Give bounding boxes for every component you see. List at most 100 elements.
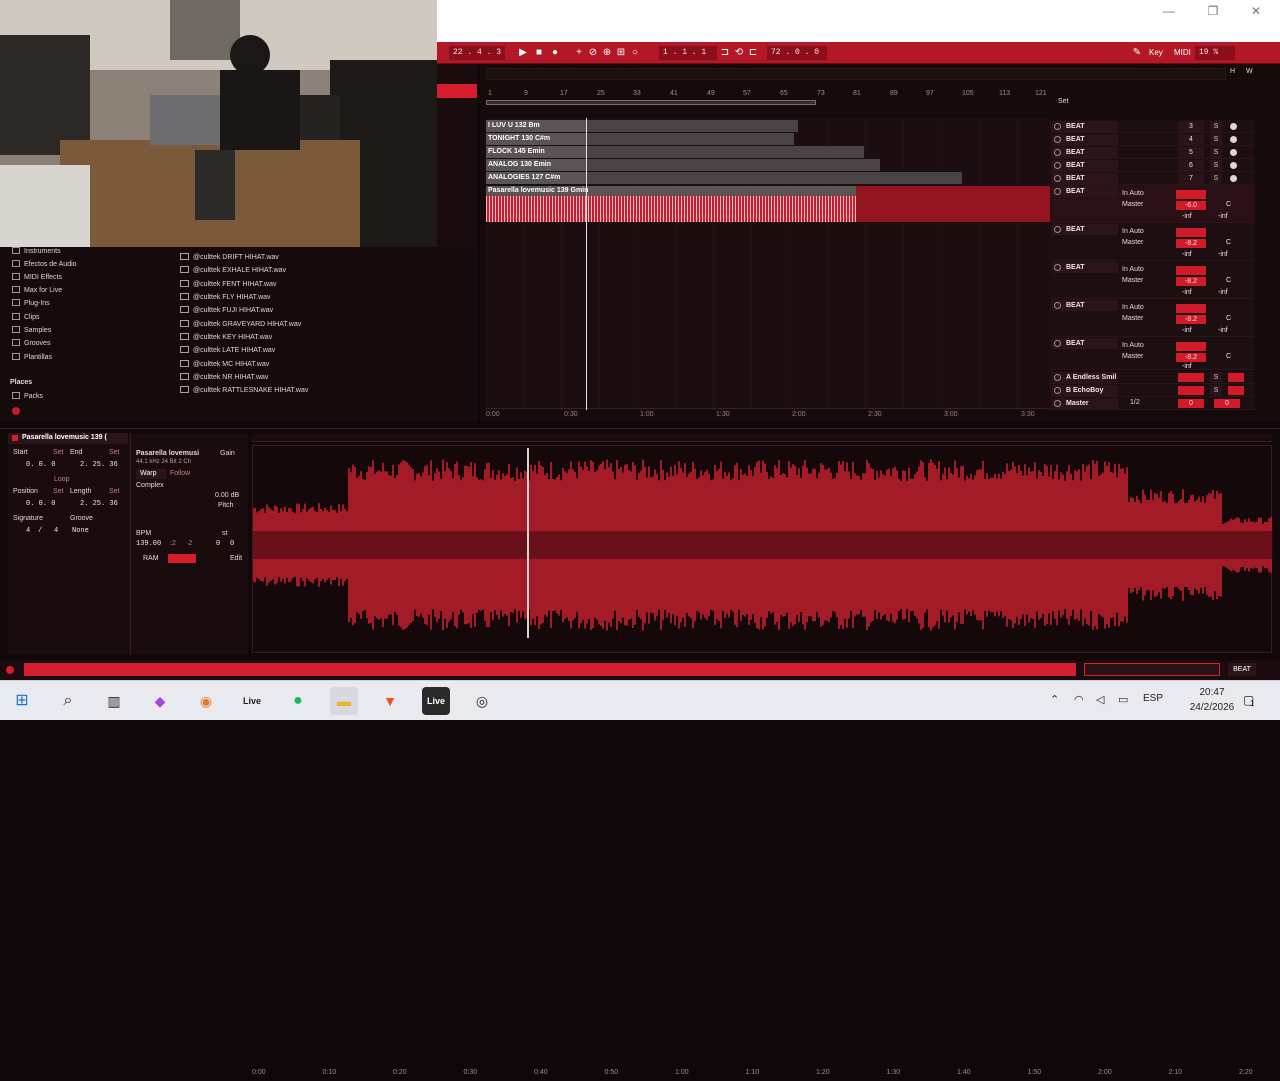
input-monitor[interactable]: In Auto xyxy=(1122,227,1174,237)
return-track[interactable]: B EchoBoy S xyxy=(1050,384,1255,397)
browser-category[interactable]: Clips xyxy=(12,313,40,321)
transpose-field[interactable]: 0 xyxy=(216,540,220,548)
song-position-field[interactable]: 22 . 4 . 3 xyxy=(449,46,505,60)
track-header[interactable]: BEAT 3 S xyxy=(1050,120,1255,133)
pan-field[interactable]: C xyxy=(1226,239,1231,246)
browser-category[interactable]: Samples xyxy=(12,326,51,334)
track-activator[interactable]: 5 xyxy=(1178,147,1204,158)
add-folder-icon[interactable] xyxy=(12,407,20,415)
half-tempo-button[interactable]: :2 xyxy=(170,540,176,547)
spotify-icon[interactable]: ● xyxy=(284,687,312,715)
browser-category[interactable]: Instruments xyxy=(12,247,61,255)
sample-waveform[interactable] xyxy=(253,452,1273,638)
brave-browser-icon[interactable]: ▼ xyxy=(376,687,404,715)
selected-track-indicator[interactable]: BEAT xyxy=(1228,663,1256,676)
arm-button[interactable] xyxy=(1230,175,1237,182)
input-monitor[interactable]: In Auto xyxy=(1122,303,1174,313)
send-a[interactable]: -inf xyxy=(1182,213,1192,220)
pan-field[interactable]: C xyxy=(1226,201,1231,208)
track-header[interactable]: BEAT 5 S xyxy=(1050,146,1255,159)
clock-date[interactable]: 24/2/2026 xyxy=(1184,702,1240,713)
track-activator[interactable]: 7 xyxy=(1178,173,1204,184)
session-record-icon[interactable]: ⊞ xyxy=(615,46,627,60)
in-button[interactable]: In xyxy=(1122,342,1128,349)
auto-button[interactable]: Auto xyxy=(1129,266,1143,273)
signature-numerator[interactable]: 4 xyxy=(26,527,30,535)
play-icon[interactable]: ▶ xyxy=(517,46,529,60)
loop-brace[interactable] xyxy=(486,100,816,105)
track-name[interactable]: BEAT xyxy=(1052,134,1118,145)
track-header[interactable]: BEAT 7 S xyxy=(1050,172,1255,185)
end-set-button[interactable]: Set xyxy=(109,449,120,456)
copilot-icon[interactable]: ◆ xyxy=(146,687,174,715)
volume-field[interactable]: -6.0 xyxy=(1176,201,1206,210)
language-indicator[interactable]: ESP xyxy=(1143,693,1163,704)
sample-editor[interactable] xyxy=(252,445,1273,653)
track-header-expanded[interactable]: BEAT In Auto Master -8.2 C -inf xyxy=(1050,337,1255,370)
minimize-button[interactable]: — xyxy=(1159,3,1179,19)
input-monitor[interactable]: In Auto xyxy=(1122,265,1174,275)
track-name[interactable]: A Endless Smil xyxy=(1052,372,1118,383)
loop-start-field[interactable]: 1 . 1 . 1 xyxy=(659,46,717,60)
volume-field[interactable]: -8.2 xyxy=(1176,239,1206,248)
return-volume[interactable] xyxy=(1178,386,1204,395)
pan-field[interactable]: C xyxy=(1226,353,1231,360)
audio-clip[interactable]: I LUV U 132 Bm xyxy=(486,120,586,132)
cue-output[interactable]: 1/2 xyxy=(1130,398,1160,408)
clip-body[interactable] xyxy=(586,146,864,158)
send-a[interactable]: -inf xyxy=(1182,363,1192,370)
volume-field[interactable]: -8.2 xyxy=(1176,277,1206,286)
track-name[interactable]: BEAT xyxy=(1052,173,1118,184)
midi-map-button[interactable]: MIDI xyxy=(1174,46,1191,60)
auto-button[interactable]: Auto xyxy=(1129,228,1143,235)
track-name[interactable]: BEAT xyxy=(1052,186,1118,197)
gain-value[interactable]: 0.00 dB xyxy=(215,492,239,499)
arm-button[interactable] xyxy=(1230,123,1237,130)
volume-icon[interactable]: ◁ xyxy=(1096,693,1104,706)
sample-overview-bar[interactable] xyxy=(252,434,1272,442)
battery-icon[interactable]: ▭ xyxy=(1118,693,1128,706)
send-a[interactable]: -inf xyxy=(1182,251,1192,258)
task-view-icon[interactable]: ▥ xyxy=(100,687,128,715)
clip-body[interactable] xyxy=(586,120,798,132)
record-icon[interactable]: ● xyxy=(549,46,561,60)
track-name[interactable]: BEAT xyxy=(1052,224,1118,235)
output-select[interactable]: Master xyxy=(1122,276,1174,286)
browser-category[interactable]: Plantillas xyxy=(12,353,52,361)
in-button[interactable]: In xyxy=(1122,190,1128,197)
loop-length-field[interactable]: 72 . 0 . 0 xyxy=(767,46,827,60)
master-track[interactable]: Master 1/2 0 0 xyxy=(1050,397,1255,410)
file-item[interactable]: @culttek FLY HIHAT.wav xyxy=(180,293,271,301)
hw-label-h[interactable]: H xyxy=(1230,68,1235,75)
track-name[interactable]: BEAT xyxy=(1052,338,1118,349)
selected-audio-clip[interactable]: Pasarella lovemusic 139 Gmin xyxy=(486,186,856,222)
send-a[interactable]: -inf xyxy=(1182,289,1192,296)
fold-icon[interactable] xyxy=(1054,149,1061,156)
capture-icon[interactable]: ⊕ xyxy=(601,46,613,60)
sample-time-ruler[interactable]: 0:00 0:10 0:20 0:30 0:40 0:50 1:00 1:10 1:20 1:30… xyxy=(252,1069,1272,1081)
file-item[interactable]: @culttek NR HIHAT.wav xyxy=(180,373,268,381)
solo-button[interactable]: S xyxy=(1210,372,1222,383)
length-set-button[interactable]: Set xyxy=(109,488,120,495)
auto-button[interactable]: Auto xyxy=(1129,304,1143,311)
output-select[interactable]: Master xyxy=(1122,314,1174,324)
master-volume[interactable]: 0 xyxy=(1178,399,1204,408)
browser-category[interactable]: Grooves xyxy=(12,339,50,347)
browser-category[interactable]: MIDI Effects xyxy=(12,273,62,281)
track-name[interactable]: Master xyxy=(1052,398,1118,409)
input-monitor[interactable]: In Auto xyxy=(1122,341,1174,351)
pan-field[interactable]: C xyxy=(1226,315,1231,322)
edit-button[interactable]: Edit xyxy=(230,555,242,562)
start-field[interactable]: 0. 0. 0 xyxy=(26,461,55,469)
key-map-button[interactable]: Key xyxy=(1149,46,1163,60)
file-explorer-icon[interactable]: ▬ xyxy=(330,687,358,715)
file-item[interactable]: @culttek DRIFT HIHAT.wav xyxy=(180,253,279,261)
file-item[interactable]: @culttek LATE HIHAT.wav xyxy=(180,346,275,354)
clip-name[interactable]: Pasarella lovemusic 139 ( xyxy=(22,434,107,441)
master-pan[interactable]: 0 xyxy=(1214,399,1240,408)
track-header-expanded[interactable]: BEAT In Auto Master -8.2 C -inf -inf xyxy=(1050,261,1255,299)
punch-out-icon[interactable]: ⊏ xyxy=(747,46,759,60)
bpm-field[interactable]: 139.00 xyxy=(136,540,161,548)
file-item[interactable]: @culttek EXHALE HIHAT.wav xyxy=(180,266,286,274)
length-field[interactable]: 2. 25. 36 xyxy=(80,500,118,508)
